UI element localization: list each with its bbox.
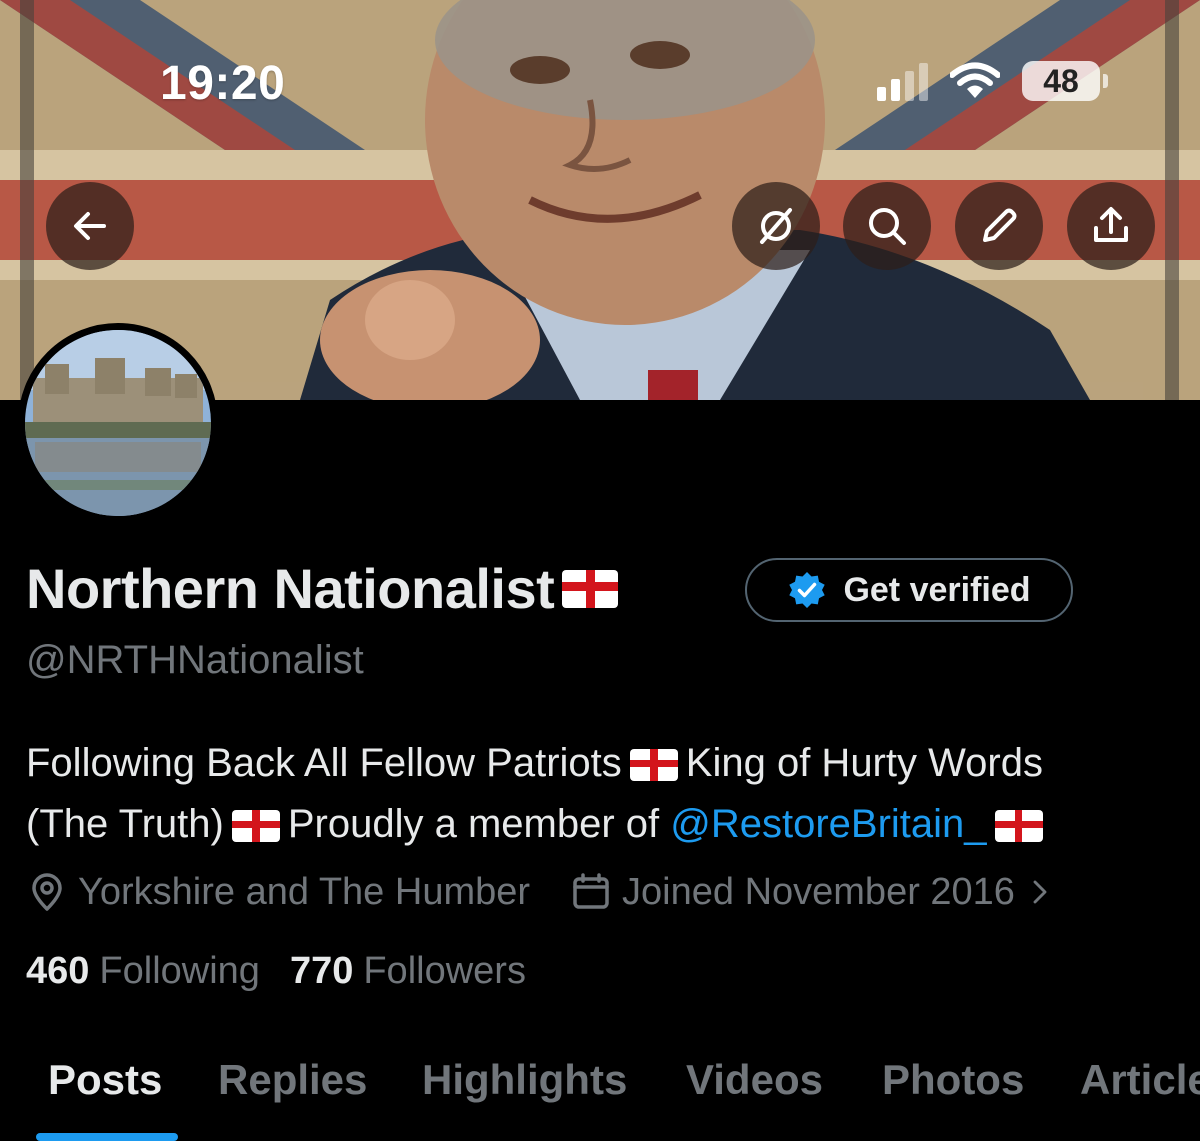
profile-bio: Following Back All Fellow Patriots King o… — [26, 733, 1186, 855]
bio-line-2: (The Truth) Proudly a member of @RestoreB… — [26, 794, 1186, 855]
following-link[interactable]: 460 Following — [26, 950, 260, 993]
profile-tabs: Posts Replies Highlights Videos Photos A… — [0, 1050, 1200, 1141]
location: Yorkshire and The Humber — [26, 871, 530, 914]
get-verified-label: Get verified — [843, 570, 1031, 609]
following-count: 460 — [26, 950, 90, 992]
display-name-text: Northern Nationalist — [26, 557, 555, 620]
active-tab-indicator — [36, 1133, 178, 1141]
back-arrow-icon — [74, 212, 106, 240]
bio-mention-link[interactable]: @RestoreBritain_ — [670, 802, 986, 846]
joined-date[interactable]: Joined November 2016 — [570, 871, 1065, 914]
share-icon — [1094, 207, 1128, 242]
profile-banner[interactable]: 19:20 48 — [0, 0, 1200, 400]
joined-text: Joined November 2016 — [622, 870, 1015, 913]
follow-counts: 460 Following 770 Followers — [26, 950, 526, 993]
search-button[interactable] — [843, 182, 931, 270]
tab-highlights[interactable]: Highlights — [422, 1056, 627, 1104]
status-time: 19:20 — [160, 57, 286, 110]
display-name: Northern Nationalist — [26, 556, 619, 621]
england-flag-icon — [231, 810, 280, 843]
following-label: Following — [99, 950, 260, 992]
profile-avatar[interactable] — [18, 323, 218, 523]
followers-count: 770 — [289, 950, 354, 992]
battery-level: 48 — [1043, 62, 1079, 99]
back-button[interactable] — [46, 182, 134, 270]
edit-pencil-icon — [983, 208, 1017, 242]
followers-label: Followers — [363, 950, 526, 992]
location-pin-icon — [32, 873, 62, 911]
grok-button[interactable] — [732, 182, 820, 270]
search-icon — [869, 208, 906, 245]
cellular-signal-icon — [877, 61, 928, 101]
england-flag-icon — [562, 569, 619, 608]
followers-link[interactable]: 770 Followers — [290, 950, 526, 993]
bio-text: Following Back All Fellow Patriots — [26, 741, 622, 785]
profile-handle: @NRTHNationalist — [26, 638, 364, 682]
tab-photos[interactable]: Photos — [882, 1056, 1024, 1104]
tab-posts[interactable]: Posts — [48, 1056, 162, 1104]
bio-text: Proudly a member of — [287, 802, 660, 846]
calendar-icon — [573, 873, 609, 909]
grok-icon — [760, 208, 792, 244]
england-flag-icon — [994, 810, 1043, 843]
england-flag-icon — [629, 749, 678, 782]
tab-replies[interactable]: Replies — [218, 1056, 367, 1104]
get-verified-button[interactable]: Get verified — [745, 558, 1073, 622]
status-icons: 48 — [877, 58, 1108, 104]
bio-line-1: Following Back All Fellow Patriots King o… — [26, 733, 1186, 794]
tab-videos[interactable]: Videos — [686, 1056, 823, 1104]
location-text: Yorkshire and The Humber — [78, 870, 531, 913]
bio-text: King of Hurty Words — [685, 741, 1043, 785]
avatar-image — [25, 330, 211, 516]
battery-icon: 48 — [1022, 61, 1108, 101]
verified-badge-icon — [789, 572, 826, 608]
bio-text: (The Truth) — [26, 802, 224, 846]
chevron-right-icon — [1033, 880, 1047, 904]
profile-meta: Yorkshire and The Humber Joined November… — [26, 866, 1105, 918]
tab-articles[interactable]: Articles — [1080, 1056, 1200, 1104]
edit-button[interactable] — [955, 182, 1043, 270]
wifi-icon — [950, 62, 1000, 98]
share-button[interactable] — [1067, 182, 1155, 270]
